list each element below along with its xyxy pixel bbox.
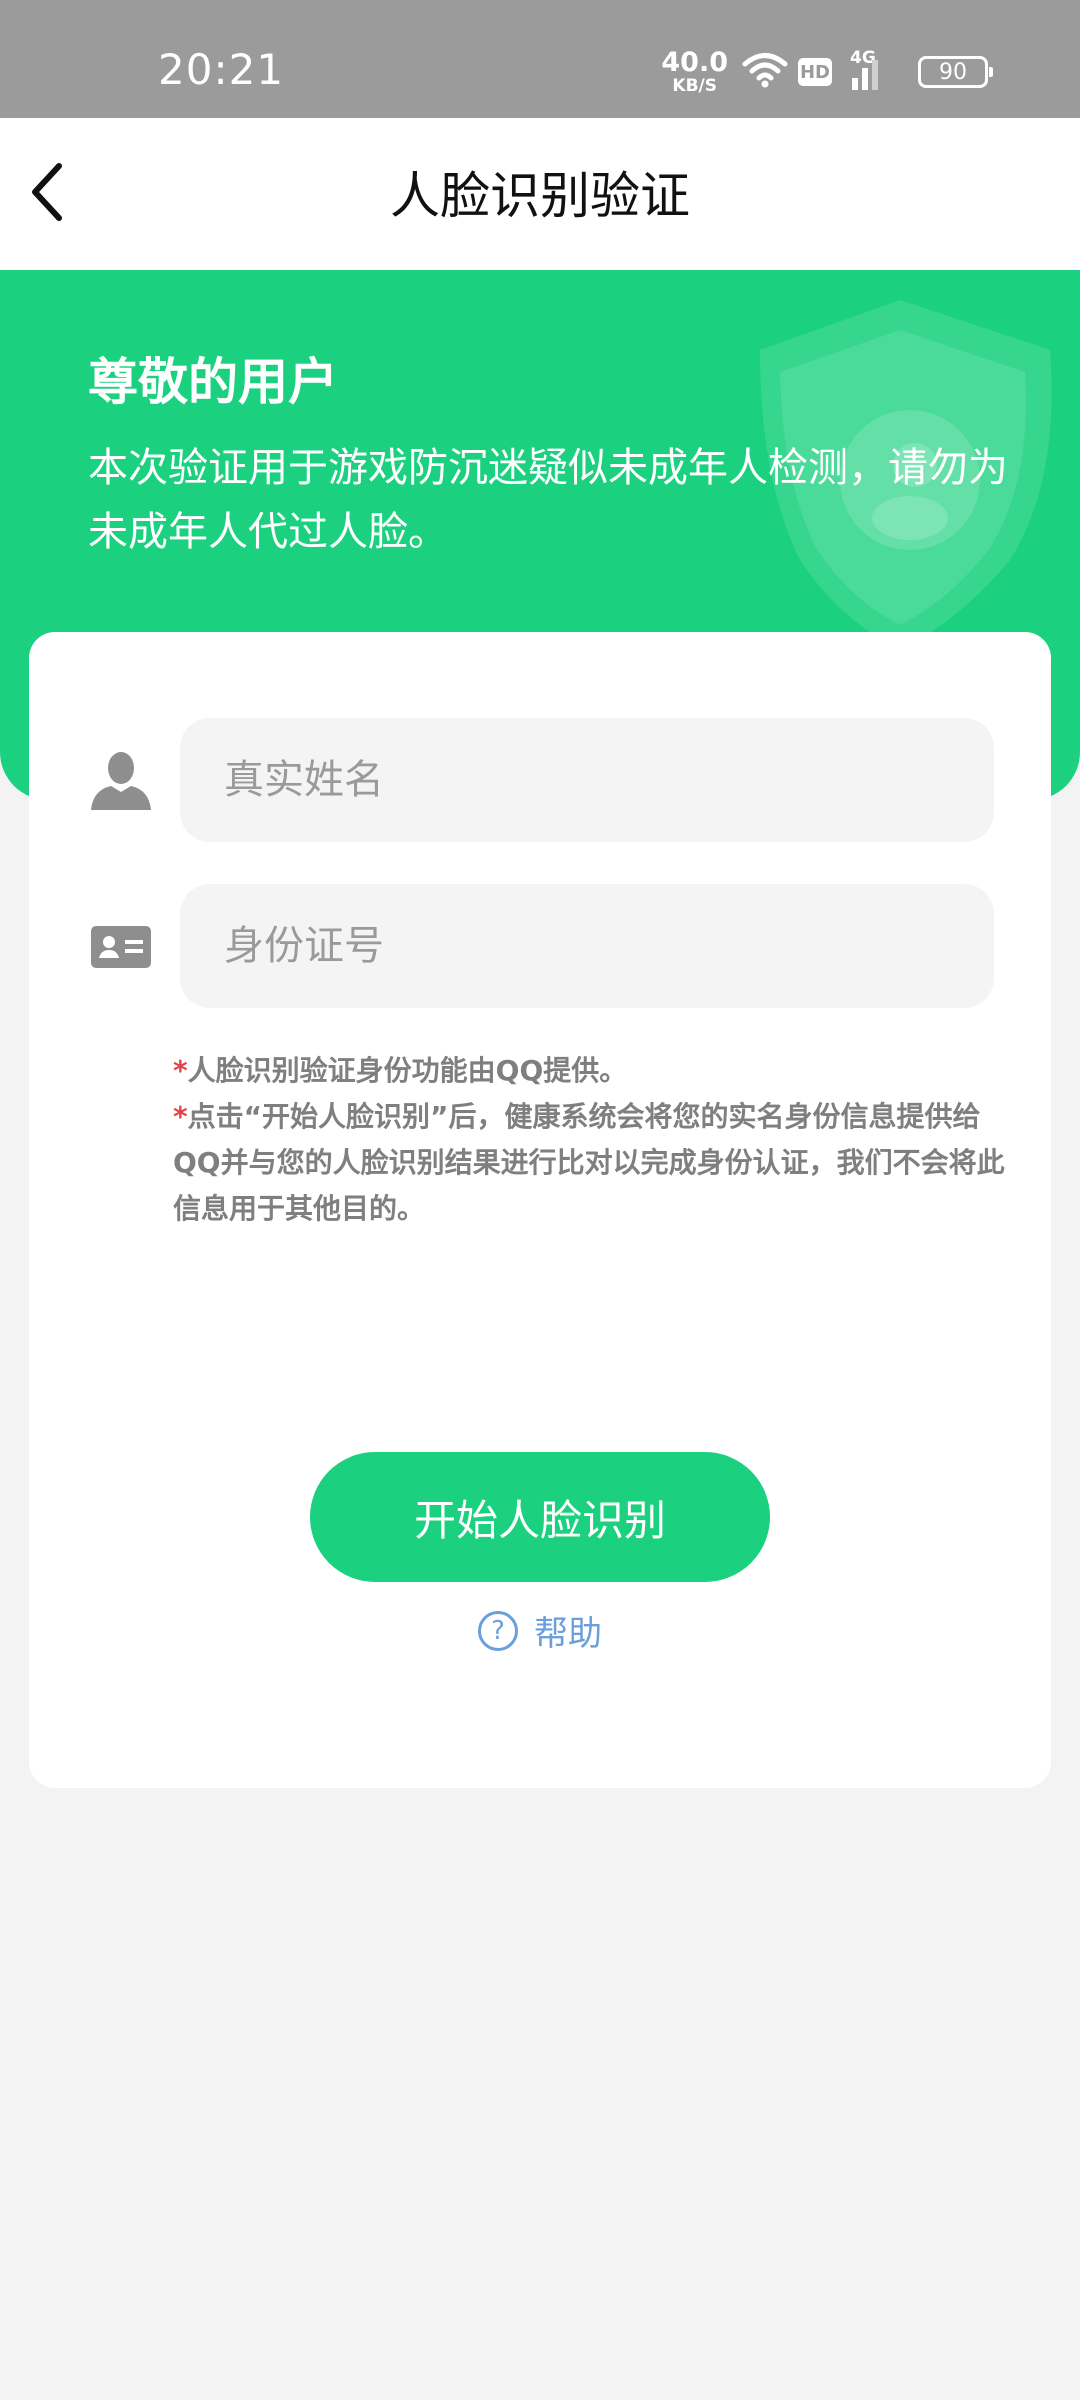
question-circle-icon: ?: [478, 1610, 518, 1651]
note-text: 人脸识别验证身份功能由QQ提供。: [187, 1054, 628, 1087]
id-number-input[interactable]: [180, 884, 994, 1008]
banner-greeting: 尊敬的用户: [88, 353, 338, 411]
network-speed-value: 40.0: [661, 47, 728, 78]
network-speed: 40.0 KB/S: [661, 49, 728, 95]
name-field-row: [29, 718, 1051, 842]
battery-level: 90: [939, 59, 967, 85]
id-card-icon: [89, 914, 153, 978]
help-link[interactable]: ? 帮助: [29, 1606, 1051, 1655]
name-input[interactable]: [180, 718, 994, 842]
hd-badge: HD: [798, 58, 832, 86]
verification-card: *人脸识别验证身份功能由QQ提供。 *点击“开始人脸识别”后，健康系统会将您的实…: [29, 632, 1051, 1788]
id-field-row: [29, 884, 1051, 1008]
status-time: 20:21: [158, 45, 285, 94]
note-item: *点击“开始人脸识别”后，健康系统会将您的实名身份信息提供给QQ并与您的人脸识别…: [173, 1094, 1023, 1232]
network-speed-unit: KB/S: [672, 76, 717, 96]
required-star: *: [173, 1100, 188, 1133]
status-icons: 40.0 KB/S HD 4G 90: [661, 44, 993, 100]
note-text: 点击“开始人脸识别”后，健康系统会将您的实名身份信息提供给QQ并与您的人脸识别结…: [173, 1100, 1005, 1225]
wifi-icon: [742, 51, 788, 93]
battery-icon: 90: [918, 56, 993, 88]
privacy-notes: *人脸识别验证身份功能由QQ提供。 *点击“开始人脸识别”后，健康系统会将您的实…: [173, 1048, 1023, 1232]
start-face-recognition-button[interactable]: 开始人脸识别: [310, 1452, 770, 1582]
page-title: 人脸识别验证: [390, 167, 690, 225]
banner-description: 本次验证用于游戏防沉迷疑似未成年人检测，请勿为未成年人代过人脸。: [88, 445, 1008, 555]
required-star: *: [173, 1054, 188, 1087]
status-bar: 20:21 40.0 KB/S HD 4G 90: [0, 0, 1080, 118]
help-label: 帮助: [534, 1614, 602, 1654]
note-item: *人脸识别验证身份功能由QQ提供。: [173, 1048, 1023, 1094]
nav-bar: 人脸识别验证: [0, 118, 1080, 270]
signal-icon: 4G: [850, 48, 886, 92]
user-icon: [89, 748, 153, 812]
